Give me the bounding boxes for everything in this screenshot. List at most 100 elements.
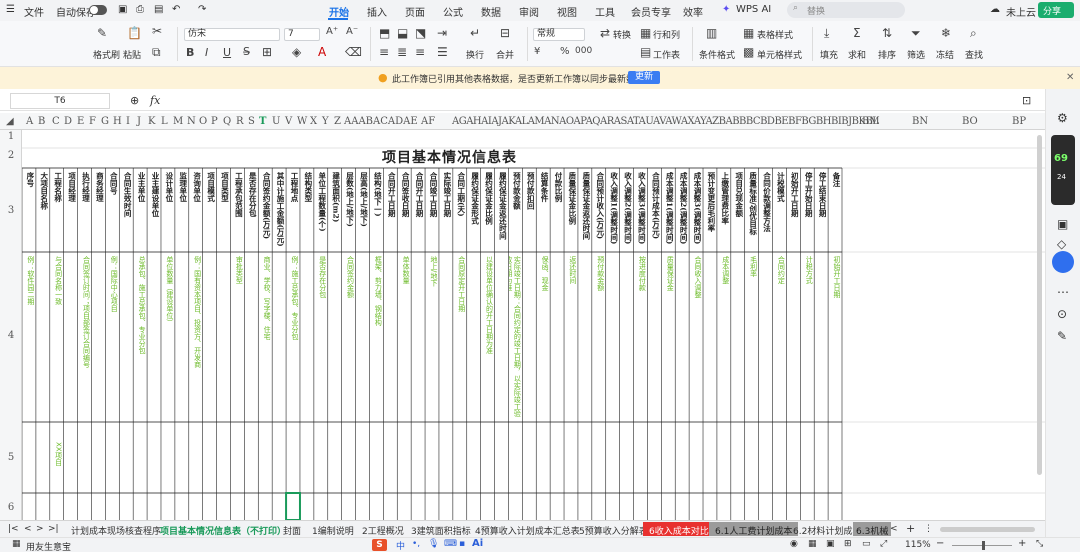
sheet-tab[interactable]: 6.2材料计划成本 xyxy=(793,524,861,537)
column-header-cell[interactable]: J xyxy=(137,116,141,127)
example-cell[interactable]: 实际竣工日期：合同约定的竣工日期，以实际竣工验收日期为准 xyxy=(509,256,521,418)
sheet-tab-active[interactable]: 项目基本情况信息表（不打印） xyxy=(160,524,286,537)
header-cell[interactable]: 结构类型 xyxy=(301,172,313,248)
column-header-cell[interactable]: V xyxy=(285,116,292,127)
clear-format-icon[interactable]: ⌫ xyxy=(345,45,362,59)
header-cell[interactable]: 预付款金额 xyxy=(509,172,521,248)
edit-icon[interactable]: ✎ xyxy=(1057,329,1067,343)
horizontal-scrollbar[interactable] xyxy=(940,527,1035,532)
prev-tab-icon[interactable]: < xyxy=(890,524,898,534)
font-size-select[interactable]: 7 xyxy=(284,28,320,41)
strikethrough-icon[interactable]: S̶ xyxy=(243,45,250,58)
export-icon[interactable]: ▤ xyxy=(154,4,163,15)
thousands-icon[interactable]: 000 xyxy=(575,46,592,56)
fit-screen-icon[interactable]: ⤡ xyxy=(1036,539,1043,549)
header-cell[interactable]: 设计单位 xyxy=(162,172,174,248)
header-cell[interactable]: 停工结束日期 xyxy=(815,172,827,248)
example-cell[interactable]: 是否存在分包 xyxy=(315,256,327,418)
header-cell[interactable]: 工程地点 xyxy=(287,172,299,248)
example-cell[interactable]: 例：国有资本项目、投资方、开发商 xyxy=(190,256,202,418)
example-cell[interactable]: 与合同名称一致 xyxy=(51,256,63,418)
ime-lang-icon[interactable]: 中 xyxy=(396,539,405,552)
save-icon[interactable]: ▣ xyxy=(118,4,127,15)
selected-cell[interactable] xyxy=(285,492,301,520)
tab-tools[interactable]: 工具 xyxy=(595,4,615,19)
column-header-cell[interactable]: W xyxy=(297,116,307,127)
cut-icon[interactable]: ✂ xyxy=(152,24,162,38)
tab-view[interactable]: 视图 xyxy=(557,4,577,19)
vertical-scrollbar[interactable] xyxy=(1037,135,1042,475)
redo-icon[interactable]: ↷ xyxy=(198,4,206,15)
column-header-cell[interactable]: A xyxy=(26,116,33,127)
header-cell[interactable]: 项目模式 xyxy=(204,172,216,248)
example-cell[interactable]: 单体数量 xyxy=(398,256,410,418)
normal-view-icon[interactable]: ▦ xyxy=(808,539,817,549)
row-header-cell[interactable]: 2 xyxy=(0,150,22,161)
align-top-icon[interactable]: ⬒ xyxy=(379,26,390,40)
column-header-cell[interactable]: O xyxy=(199,116,207,127)
column-header-cell[interactable]: AAABACADAE xyxy=(344,116,418,127)
header-cell[interactable]: 备注 xyxy=(829,172,841,248)
header-cell[interactable]: 项目类型 xyxy=(218,172,229,248)
tab-data[interactable]: 数据 xyxy=(481,4,501,19)
copy-icon[interactable]: ⧉ xyxy=(152,45,161,60)
location-icon[interactable]: ⊙ xyxy=(1057,307,1067,321)
convert-label[interactable]: 转换 xyxy=(613,28,631,41)
row-header-cell[interactable]: 5 xyxy=(0,452,22,463)
expand-formula-icon[interactable]: ⊡ xyxy=(1022,94,1031,107)
sum-icon[interactable]: Σ xyxy=(853,26,861,40)
share-button[interactable]: 分享 xyxy=(1038,2,1074,18)
header-cell[interactable]: 质量保证金返还时间 xyxy=(579,172,591,248)
conditional-format-label[interactable]: 条件格式 xyxy=(699,48,735,61)
worksheet-icon[interactable]: ▤ xyxy=(640,45,651,59)
header-cell[interactable]: 收入调整1(调整时间) xyxy=(607,172,619,248)
wrap-label[interactable]: 换行 xyxy=(466,48,484,61)
file-menu[interactable]: 文件 xyxy=(24,4,44,19)
example-cell[interactable]: 总承包、施工总承包、专业分包 xyxy=(134,256,146,418)
example-cell[interactable]: 合同签订时间；项目部签订合同编号 xyxy=(79,256,90,418)
column-header-cell[interactable]: Y xyxy=(322,116,329,127)
print-icon[interactable]: ⎙ xyxy=(136,4,144,15)
tab-formula[interactable]: 公式 xyxy=(443,4,463,19)
currency-icon[interactable]: ¥ xyxy=(534,46,540,57)
header-cell[interactable]: 合同竣工日期 xyxy=(426,172,438,248)
border-icon[interactable]: ⊞ xyxy=(262,45,272,59)
first-sheet-icon[interactable]: |< xyxy=(8,524,19,534)
example-cell[interactable]: 按进度付款 xyxy=(635,256,646,418)
menu-icon[interactable]: ☰ xyxy=(6,4,15,15)
column-header-cell[interactable]: G xyxy=(101,116,109,127)
font-color-icon[interactable]: A xyxy=(318,45,326,59)
header-cell[interactable]: 工程承包范围 xyxy=(231,172,243,248)
header-cell[interactable]: 工程名称 xyxy=(51,172,63,248)
header-cell[interactable]: 合同开工日期 xyxy=(384,172,396,248)
column-header-cell[interactable]: S xyxy=(248,116,255,127)
example-cell[interactable]: 单位数量（建设单位） xyxy=(162,256,174,418)
column-header-cell[interactable]: BN xyxy=(912,116,928,127)
full-screen-icon[interactable]: ⤢ xyxy=(880,539,887,549)
conditional-format-icon[interactable]: ▥ xyxy=(706,26,717,40)
ime-punct-icon[interactable]: •, xyxy=(412,539,420,549)
header-cell[interactable]: 序号 xyxy=(23,172,35,248)
header-cell[interactable]: 付款比例 xyxy=(551,172,563,248)
example-cell[interactable]: 保函、现金 xyxy=(537,256,549,418)
header-cell[interactable]: 其中计施工金额(万元) xyxy=(273,172,285,248)
example-cell[interactable]: 例：软件园二期 xyxy=(23,256,35,418)
sheet-tab-red[interactable]: 6收入成本对比 xyxy=(643,522,715,537)
align-bottom-icon[interactable]: ⬔ xyxy=(415,26,426,40)
decrease-font-icon[interactable]: A⁻ xyxy=(346,26,358,37)
row-header-cell[interactable]: 1 xyxy=(0,131,22,142)
example-cell[interactable]: 计税方式 xyxy=(801,256,813,418)
header-cell[interactable]: 大项目名称 xyxy=(37,172,49,248)
sort-label[interactable]: 排序 xyxy=(878,48,896,61)
example-cell[interactable]: 合同签约金额 xyxy=(343,256,355,418)
column-header-cell[interactable]: B xyxy=(38,116,45,127)
find-label[interactable]: 查找 xyxy=(965,48,983,61)
align-left-icon[interactable]: ≡ xyxy=(379,45,389,59)
prev-sheet-icon[interactable]: < xyxy=(24,524,32,534)
microphone-icon[interactable]: 🎙 xyxy=(428,539,439,549)
spreadsheet-grid[interactable]: 项目基本情况信息表 序号 大项目名称 工程名称 项目经理 执行经理 商务经理 合同号 合同生效… xyxy=(22,130,1045,520)
example-cell[interactable]: 合同收入调整 xyxy=(690,256,702,418)
header-cell[interactable]: 项目兑现金额 xyxy=(732,172,744,248)
header-cell[interactable]: 合同生效时间 xyxy=(120,172,132,248)
sheet-tab[interactable]: 5预算收入分解表 xyxy=(579,524,648,537)
